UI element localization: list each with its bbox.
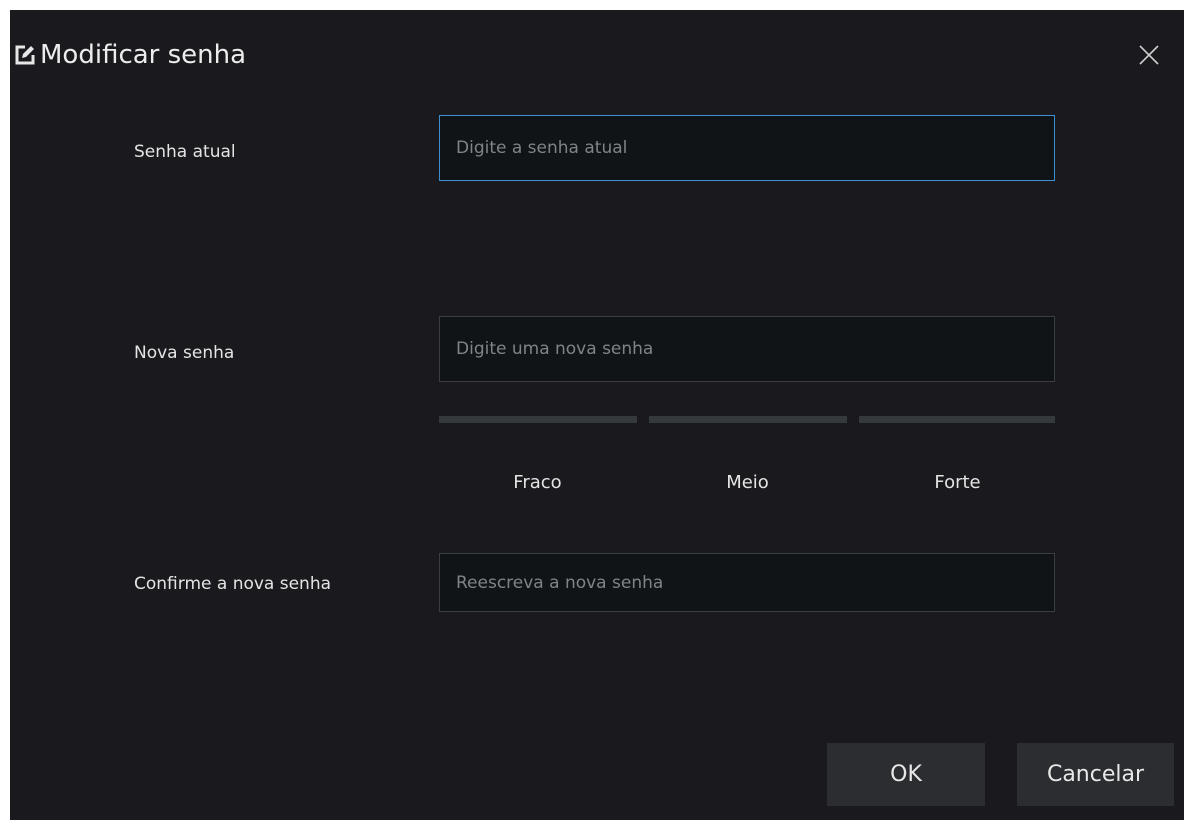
strength-bar-strong [859, 416, 1055, 423]
confirm-password-label: Confirme a nova senha [134, 574, 332, 594]
new-password-input[interactable] [439, 316, 1055, 382]
cancel-button[interactable]: Cancelar [1017, 743, 1174, 806]
strength-bar-medium [649, 416, 847, 423]
current-password-input[interactable] [439, 115, 1055, 181]
close-icon[interactable] [1136, 42, 1162, 68]
edit-icon [14, 44, 36, 66]
modify-password-dialog: Modificar senha Senha atual Nova senha F… [10, 10, 1184, 820]
current-password-label: Senha atual [134, 142, 236, 162]
ok-button[interactable]: OK [827, 743, 985, 806]
confirm-password-input[interactable] [439, 553, 1055, 612]
new-password-label: Nova senha [134, 343, 235, 363]
title-bar: Modificar senha [10, 10, 1184, 98]
strength-label-weak: Fraco [513, 472, 562, 493]
strength-label-strong: Forte [934, 472, 981, 493]
dialog-title: Modificar senha [40, 40, 247, 70]
strength-label-medium: Meio [726, 472, 769, 493]
strength-bar-weak [439, 416, 637, 423]
